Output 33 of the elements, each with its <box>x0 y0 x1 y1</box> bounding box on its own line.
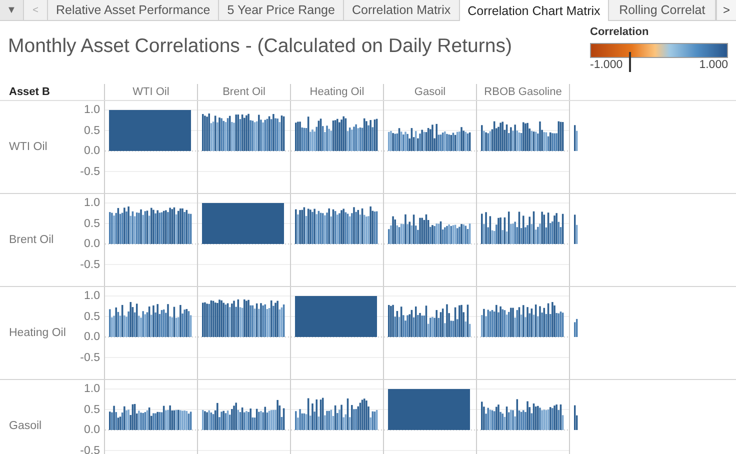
sheet-tab[interactable]: Correlation Chart Matrix <box>460 0 610 21</box>
column-header: RBOB Gasoline <box>484 86 562 98</box>
axis-tick-label: 0.5 <box>84 216 100 230</box>
row-label: Brent Oil <box>9 234 54 246</box>
legend-max-label: 1.000 <box>699 59 728 71</box>
row-header: Asset B <box>9 86 50 98</box>
axis-tick-label: 0.0 <box>84 330 100 344</box>
column-header: Gasoil <box>414 86 446 98</box>
axis-tick-label: 1.0 <box>84 196 100 210</box>
axis-tick-label: 0.5 <box>84 310 100 324</box>
axis-tick-label: 1.0 <box>84 289 100 303</box>
axis-tick-label: 0.0 <box>84 423 100 437</box>
menu-button[interactable]: ▼ <box>0 0 24 20</box>
axis-tick-label: 0.0 <box>84 144 100 158</box>
axis-tick-label: -0.5 <box>80 258 100 272</box>
axis-tick-label: 0.0 <box>84 237 100 251</box>
row-label: Gasoil <box>9 420 42 432</box>
dashboard-title: Monthly Asset Correlations - (Calculated on Daily Returns) <box>8 35 512 58</box>
column-header: Heating Oil <box>310 86 364 98</box>
legend-title: Correlation <box>590 26 650 38</box>
axis-tick-label: 1.0 <box>84 103 100 117</box>
axis-tick-label: -0.5 <box>80 164 100 178</box>
next-button[interactable]: > <box>716 0 736 20</box>
column-header: WTI Oil <box>132 86 170 98</box>
axis-tick-label: -0.5 <box>80 350 100 364</box>
row-label: Heating Oil <box>9 327 66 339</box>
axis-tick-label: -0.5 <box>80 444 100 454</box>
axis-tick-label: 1.0 <box>84 382 100 396</box>
row-label: WTI Oil <box>9 141 48 153</box>
axis-tick-label: 0.5 <box>84 124 100 138</box>
column-header: Brent Oil <box>222 86 266 98</box>
axis-tick-label: 0.5 <box>84 402 100 416</box>
legend-min-label: -1.000 <box>590 59 623 71</box>
